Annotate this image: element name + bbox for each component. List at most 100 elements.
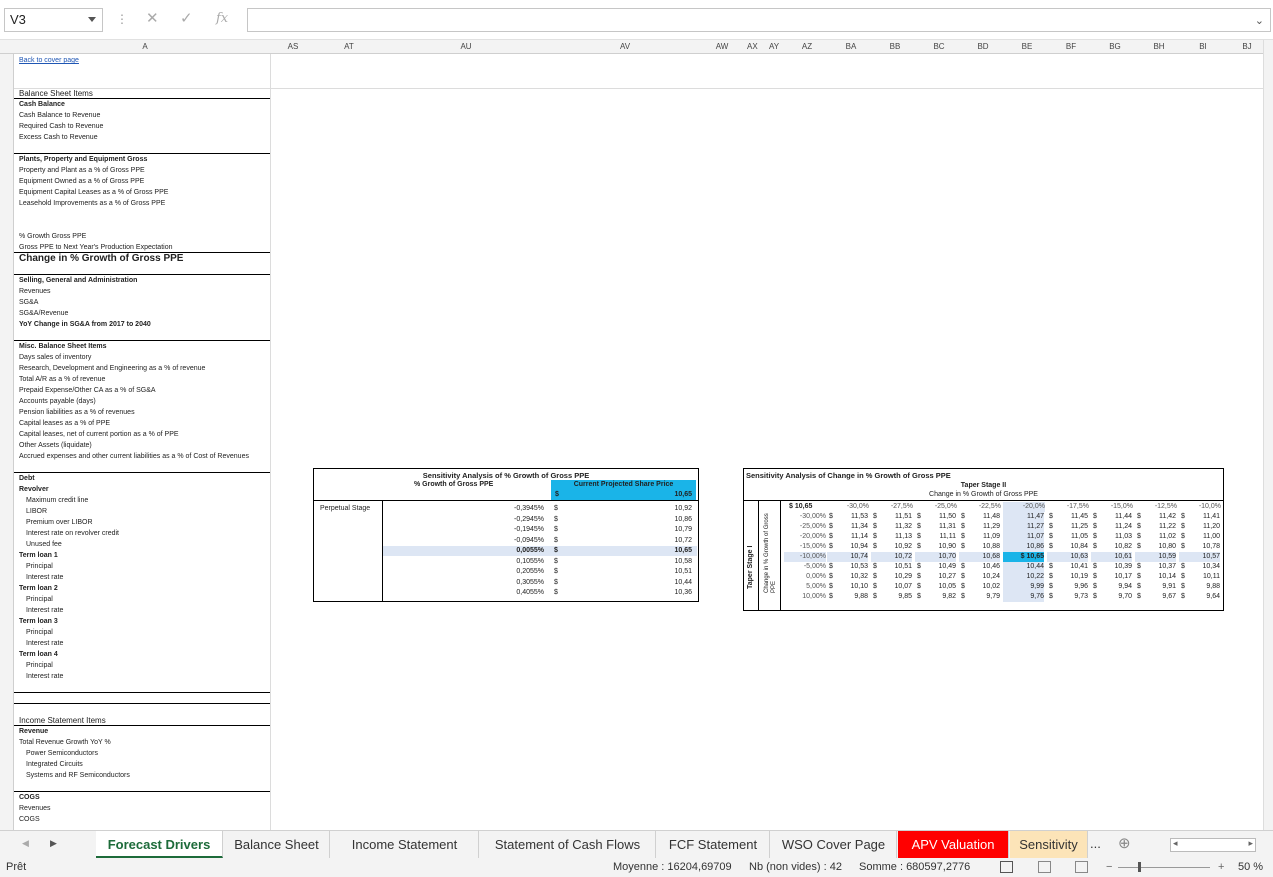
sens2-value[interactable]: 10,92 bbox=[871, 542, 912, 552]
tab-fcf-statement[interactable]: FCF Statement bbox=[657, 831, 770, 858]
sens2-value[interactable]: 11,07 bbox=[1003, 532, 1044, 542]
insert-function-icon[interactable]: fx bbox=[216, 9, 228, 29]
sens2-value[interactable]: 10,10 bbox=[827, 582, 868, 592]
sens2-value[interactable]: 10,53 bbox=[827, 562, 868, 572]
column-header-az[interactable]: AZ bbox=[800, 42, 815, 51]
sens2-value[interactable]: 10,84 bbox=[1047, 542, 1088, 552]
sens2-value[interactable]: 10,63 bbox=[1047, 552, 1088, 562]
column-header-bf[interactable]: BF bbox=[1064, 42, 1079, 51]
sens2-value[interactable]: 9,82 bbox=[915, 592, 956, 602]
sens2-value[interactable]: 11,24 bbox=[1091, 522, 1132, 532]
enter-check-icon[interactable]: ✓ bbox=[180, 9, 193, 29]
sens2-value[interactable]: 10,61 bbox=[1091, 552, 1132, 562]
column-header-as[interactable]: AS bbox=[286, 42, 301, 51]
column-header-bc[interactable]: BC bbox=[932, 42, 947, 51]
scroll-left-icon[interactable]: ◂ bbox=[1173, 838, 1178, 849]
column-header-av[interactable]: AV bbox=[618, 42, 633, 51]
tab-forecast-drivers[interactable]: Forecast Drivers bbox=[96, 831, 223, 858]
sens1-price[interactable]: 10,65 bbox=[559, 546, 692, 556]
sens2-value[interactable]: 10,46 bbox=[959, 562, 1000, 572]
column-header-bi[interactable]: BI bbox=[1196, 42, 1211, 51]
sens2-value[interactable]: 10,34 bbox=[1179, 562, 1220, 572]
sens2-value[interactable]: 10,88 bbox=[959, 542, 1000, 552]
sens2-value[interactable]: 9,94 bbox=[1091, 582, 1132, 592]
sens2-value[interactable]: 9,99 bbox=[1003, 582, 1044, 592]
column-header-bh[interactable]: BH bbox=[1152, 42, 1167, 51]
horizontal-scrollbar[interactable]: ◂ ▸ bbox=[1170, 838, 1256, 852]
sens2-value[interactable]: 11,14 bbox=[827, 532, 868, 542]
add-sheet-icon[interactable]: ⊕ bbox=[1118, 834, 1131, 852]
sens1-price[interactable]: 10,92 bbox=[559, 504, 692, 514]
scroll-right-icon[interactable]: ▸ bbox=[1248, 838, 1253, 849]
sens2-value[interactable]: 11,48 bbox=[959, 512, 1000, 522]
page-break-view-icon[interactable] bbox=[1075, 861, 1088, 873]
sens2-value[interactable]: 9,64 bbox=[1179, 592, 1220, 602]
sens1-base-cell[interactable]: $ 10,65 bbox=[551, 490, 696, 500]
sens2-value[interactable]: 11,29 bbox=[959, 522, 1000, 532]
sens2-value[interactable]: 11,41 bbox=[1179, 512, 1220, 522]
sens2-value[interactable]: 11,25 bbox=[1047, 522, 1088, 532]
sens2-value[interactable]: 10,49 bbox=[915, 562, 956, 572]
sens2-value[interactable]: 10,72 bbox=[871, 552, 912, 562]
sens2-value[interactable]: 10,57 bbox=[1179, 552, 1220, 562]
sens2-value[interactable]: 10,59 bbox=[1135, 552, 1176, 562]
sens2-value[interactable]: 10,74 bbox=[827, 552, 868, 562]
sens2-value[interactable]: 10,44 bbox=[1003, 562, 1044, 572]
sens2-value[interactable]: 9,85 bbox=[871, 592, 912, 602]
sens2-value[interactable]: 9,91 bbox=[1135, 582, 1176, 592]
sens2-value[interactable]: 9,88 bbox=[1179, 582, 1220, 592]
sens2-value[interactable]: 11,53 bbox=[827, 512, 868, 522]
sens2-value[interactable]: 10,70 bbox=[915, 552, 956, 562]
sens1-price[interactable]: 10,51 bbox=[559, 567, 692, 577]
sens2-value[interactable]: 11,22 bbox=[1135, 522, 1176, 532]
tab-scroll-left-icon[interactable]: ◀ bbox=[22, 838, 29, 849]
column-header-a[interactable]: A bbox=[135, 42, 155, 51]
zoom-level[interactable]: 50 % bbox=[1238, 858, 1263, 877]
tab-sensitivity[interactable]: Sensitivity bbox=[1010, 831, 1088, 858]
column-header-bj[interactable]: BJ bbox=[1240, 42, 1255, 51]
sens2-value[interactable]: 11,05 bbox=[1047, 532, 1088, 542]
tab-balance-sheet[interactable]: Balance Sheet bbox=[224, 831, 330, 858]
vertical-scrollbar[interactable] bbox=[1263, 40, 1273, 830]
sens2-value[interactable]: 9,70 bbox=[1091, 592, 1132, 602]
column-header-ay[interactable]: AY bbox=[769, 42, 779, 51]
sens2-value[interactable]: 11,31 bbox=[915, 522, 956, 532]
sens2-value[interactable]: 11,42 bbox=[1135, 512, 1176, 522]
sens2-value[interactable]: 10,82 bbox=[1091, 542, 1132, 552]
sens2-value[interactable]: 11,47 bbox=[1003, 512, 1044, 522]
sens2-value[interactable]: 11,11 bbox=[915, 532, 956, 542]
sens2-value[interactable]: 10,24 bbox=[959, 572, 1000, 582]
sens2-value[interactable]: 10,11 bbox=[1179, 572, 1220, 582]
sens2-value[interactable]: 10,17 bbox=[1091, 572, 1132, 582]
sens2-value[interactable]: 10,86 bbox=[1003, 542, 1044, 552]
sens2-value[interactable]: 10,27 bbox=[915, 572, 956, 582]
sens2-value[interactable]: 9,79 bbox=[959, 592, 1000, 602]
sens2-value[interactable]: 11,02 bbox=[1135, 532, 1176, 542]
sens2-value[interactable]: 10,51 bbox=[871, 562, 912, 572]
sens2-value[interactable]: 11,45 bbox=[1047, 512, 1088, 522]
zoom-slider-thumb[interactable] bbox=[1138, 862, 1141, 872]
sens2-value[interactable]: 10,22 bbox=[1003, 572, 1044, 582]
name-box[interactable]: V3 bbox=[4, 8, 103, 32]
sens2-value[interactable]: 9,96 bbox=[1047, 582, 1088, 592]
sens1-price[interactable]: 10,79 bbox=[559, 525, 692, 535]
sens2-value[interactable]: 10,80 bbox=[1135, 542, 1176, 552]
column-header-bg[interactable]: BG bbox=[1108, 42, 1123, 51]
sens2-value[interactable]: 9,88 bbox=[827, 592, 868, 602]
sens2-value[interactable]: 10,39 bbox=[1091, 562, 1132, 572]
sens2-value[interactable]: 11,32 bbox=[871, 522, 912, 532]
sens2-value[interactable]: 11,34 bbox=[827, 522, 868, 532]
column-header-at[interactable]: AT bbox=[342, 42, 357, 51]
sens2-value[interactable]: 9,67 bbox=[1135, 592, 1176, 602]
normal-view-icon[interactable] bbox=[1000, 861, 1013, 873]
column-header-ba[interactable]: BA bbox=[844, 42, 859, 51]
sens2-value[interactable]: 10,07 bbox=[871, 582, 912, 592]
sens2-value[interactable]: 10,02 bbox=[959, 582, 1000, 592]
cancel-icon[interactable]: ✕ bbox=[146, 9, 159, 29]
sens2-value[interactable]: 11,50 bbox=[915, 512, 956, 522]
tab-scroll-right-icon[interactable]: ▶ bbox=[50, 838, 57, 849]
column-header-be[interactable]: BE bbox=[1020, 42, 1035, 51]
sens2-value[interactable]: 11,00 bbox=[1179, 532, 1220, 542]
sens2-value[interactable]: 10,05 bbox=[915, 582, 956, 592]
zoom-out-icon[interactable]: − bbox=[1106, 858, 1112, 877]
